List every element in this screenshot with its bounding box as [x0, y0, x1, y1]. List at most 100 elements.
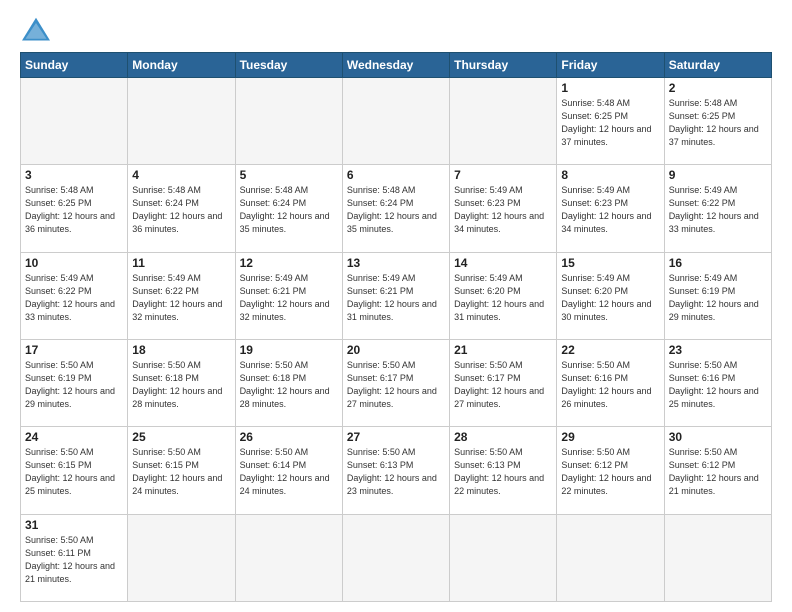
logo — [20, 16, 56, 44]
day-number: 29 — [561, 430, 659, 444]
day-info: Sunrise: 5:49 AM Sunset: 6:23 PM Dayligh… — [561, 184, 659, 236]
day-info: Sunrise: 5:50 AM Sunset: 6:15 PM Dayligh… — [132, 446, 230, 498]
week-row-1: 3 Sunrise: 5:48 AM Sunset: 6:25 PM Daylig… — [21, 165, 772, 252]
calendar-cell — [664, 514, 771, 601]
week-row-0: 1 Sunrise: 5:48 AM Sunset: 6:25 PM Daylig… — [21, 78, 772, 165]
day-number: 17 — [25, 343, 123, 357]
day-info: Sunrise: 5:50 AM Sunset: 6:17 PM Dayligh… — [454, 359, 552, 411]
calendar-cell: 13 Sunrise: 5:49 AM Sunset: 6:21 PM Dayli… — [342, 252, 449, 339]
day-info: Sunrise: 5:49 AM Sunset: 6:21 PM Dayligh… — [240, 272, 338, 324]
day-number: 18 — [132, 343, 230, 357]
day-number: 9 — [669, 168, 767, 182]
day-info: Sunrise: 5:49 AM Sunset: 6:20 PM Dayligh… — [561, 272, 659, 324]
day-number: 11 — [132, 256, 230, 270]
day-number: 24 — [25, 430, 123, 444]
day-number: 25 — [132, 430, 230, 444]
week-row-2: 10Sunrise: 5:49 AM Sunset: 6:22 PM Dayli… — [21, 252, 772, 339]
day-info: Sunrise: 5:48 AM Sunset: 6:24 PM Dayligh… — [347, 184, 445, 236]
calendar-cell — [128, 78, 235, 165]
weekday-header-thursday: Thursday — [450, 53, 557, 78]
day-number: 10 — [25, 256, 123, 270]
day-info: Sunrise: 5:49 AM Sunset: 6:19 PM Dayligh… — [669, 272, 767, 324]
day-number: 8 — [561, 168, 659, 182]
day-info: Sunrise: 5:50 AM Sunset: 6:15 PM Dayligh… — [25, 446, 123, 498]
day-info: Sunrise: 5:50 AM Sunset: 6:13 PM Dayligh… — [347, 446, 445, 498]
calendar-cell: 30 Sunrise: 5:50 AM Sunset: 6:12 PM Dayli… — [664, 427, 771, 514]
day-number: 27 — [347, 430, 445, 444]
weekday-header-sunday: Sunday — [21, 53, 128, 78]
day-info: Sunrise: 5:48 AM Sunset: 6:25 PM Dayligh… — [25, 184, 123, 236]
day-number: 22 — [561, 343, 659, 357]
day-info: Sunrise: 5:50 AM Sunset: 6:12 PM Dayligh… — [561, 446, 659, 498]
day-number: 7 — [454, 168, 552, 182]
calendar-cell: 9 Sunrise: 5:49 AM Sunset: 6:22 PM Daylig… — [664, 165, 771, 252]
calendar-cell: 17Sunrise: 5:50 AM Sunset: 6:19 PM Dayli… — [21, 339, 128, 426]
calendar-cell: 8 Sunrise: 5:49 AM Sunset: 6:23 PM Daylig… — [557, 165, 664, 252]
day-number: 3 — [25, 168, 123, 182]
calendar-cell: 15 Sunrise: 5:49 AM Sunset: 6:20 PM Dayli… — [557, 252, 664, 339]
header — [20, 16, 772, 44]
day-info: Sunrise: 5:48 AM Sunset: 6:24 PM Dayligh… — [132, 184, 230, 236]
day-info: Sunrise: 5:48 AM Sunset: 6:25 PM Dayligh… — [561, 97, 659, 149]
day-number: 28 — [454, 430, 552, 444]
day-info: Sunrise: 5:50 AM Sunset: 6:14 PM Dayligh… — [240, 446, 338, 498]
day-number: 19 — [240, 343, 338, 357]
day-number: 1 — [561, 81, 659, 95]
calendar-table: SundayMondayTuesdayWednesdayThursdayFrid… — [20, 52, 772, 602]
calendar-cell: 25 Sunrise: 5:50 AM Sunset: 6:15 PM Dayli… — [128, 427, 235, 514]
calendar-cell: 31 Sunrise: 5:50 AM Sunset: 6:11 PM Dayli… — [21, 514, 128, 601]
calendar-cell: 23Sunrise: 5:50 AM Sunset: 6:16 PM Dayli… — [664, 339, 771, 426]
weekday-header-wednesday: Wednesday — [342, 53, 449, 78]
calendar-cell — [450, 78, 557, 165]
calendar-cell: 27 Sunrise: 5:50 AM Sunset: 6:13 PM Dayli… — [342, 427, 449, 514]
calendar-cell: 24 Sunrise: 5:50 AM Sunset: 6:15 PM Dayli… — [21, 427, 128, 514]
calendar-cell — [557, 514, 664, 601]
day-number: 16 — [669, 256, 767, 270]
week-row-5: 31 Sunrise: 5:50 AM Sunset: 6:11 PM Dayli… — [21, 514, 772, 601]
calendar-cell: 1 Sunrise: 5:48 AM Sunset: 6:25 PM Daylig… — [557, 78, 664, 165]
day-number: 14 — [454, 256, 552, 270]
day-number: 4 — [132, 168, 230, 182]
day-info: Sunrise: 5:48 AM Sunset: 6:24 PM Dayligh… — [240, 184, 338, 236]
day-number: 20 — [347, 343, 445, 357]
calendar-cell — [342, 78, 449, 165]
day-number: 12 — [240, 256, 338, 270]
day-number: 13 — [347, 256, 445, 270]
calendar-cell: 12 Sunrise: 5:49 AM Sunset: 6:21 PM Dayli… — [235, 252, 342, 339]
calendar-cell — [235, 514, 342, 601]
day-info: Sunrise: 5:50 AM Sunset: 6:12 PM Dayligh… — [669, 446, 767, 498]
week-row-3: 17Sunrise: 5:50 AM Sunset: 6:19 PM Dayli… — [21, 339, 772, 426]
day-number: 30 — [669, 430, 767, 444]
calendar-cell: 11Sunrise: 5:49 AM Sunset: 6:22 PM Dayli… — [128, 252, 235, 339]
weekday-header-friday: Friday — [557, 53, 664, 78]
calendar-cell — [21, 78, 128, 165]
calendar-cell: 21 Sunrise: 5:50 AM Sunset: 6:17 PM Dayli… — [450, 339, 557, 426]
day-info: Sunrise: 5:50 AM Sunset: 6:11 PM Dayligh… — [25, 534, 123, 586]
calendar-cell — [128, 514, 235, 601]
calendar-cell: 16 Sunrise: 5:49 AM Sunset: 6:19 PM Dayli… — [664, 252, 771, 339]
calendar-cell: 28 Sunrise: 5:50 AM Sunset: 6:13 PM Dayli… — [450, 427, 557, 514]
day-number: 23 — [669, 343, 767, 357]
week-row-4: 24 Sunrise: 5:50 AM Sunset: 6:15 PM Dayli… — [21, 427, 772, 514]
day-info: Sunrise: 5:50 AM Sunset: 6:18 PM Dayligh… — [240, 359, 338, 411]
day-info: Sunrise: 5:50 AM Sunset: 6:18 PM Dayligh… — [132, 359, 230, 411]
calendar-cell: 3 Sunrise: 5:48 AM Sunset: 6:25 PM Daylig… — [21, 165, 128, 252]
calendar-cell: 10Sunrise: 5:49 AM Sunset: 6:22 PM Dayli… — [21, 252, 128, 339]
day-info: Sunrise: 5:50 AM Sunset: 6:13 PM Dayligh… — [454, 446, 552, 498]
day-info: Sunrise: 5:49 AM Sunset: 6:22 PM Dayligh… — [669, 184, 767, 236]
weekday-header-saturday: Saturday — [664, 53, 771, 78]
day-info: Sunrise: 5:49 AM Sunset: 6:20 PM Dayligh… — [454, 272, 552, 324]
day-number: 31 — [25, 518, 123, 532]
calendar-cell — [342, 514, 449, 601]
calendar-cell: 6Sunrise: 5:48 AM Sunset: 6:24 PM Daylig… — [342, 165, 449, 252]
day-number: 5 — [240, 168, 338, 182]
day-info: Sunrise: 5:50 AM Sunset: 6:17 PM Dayligh… — [347, 359, 445, 411]
calendar-cell: 20 Sunrise: 5:50 AM Sunset: 6:17 PM Dayli… — [342, 339, 449, 426]
day-number: 2 — [669, 81, 767, 95]
day-number: 15 — [561, 256, 659, 270]
day-info: Sunrise: 5:50 AM Sunset: 6:16 PM Dayligh… — [561, 359, 659, 411]
calendar-cell: 22 Sunrise: 5:50 AM Sunset: 6:16 PM Dayli… — [557, 339, 664, 426]
day-number: 21 — [454, 343, 552, 357]
day-info: Sunrise: 5:49 AM Sunset: 6:21 PM Dayligh… — [347, 272, 445, 324]
calendar-cell: 4 Sunrise: 5:48 AM Sunset: 6:24 PM Daylig… — [128, 165, 235, 252]
